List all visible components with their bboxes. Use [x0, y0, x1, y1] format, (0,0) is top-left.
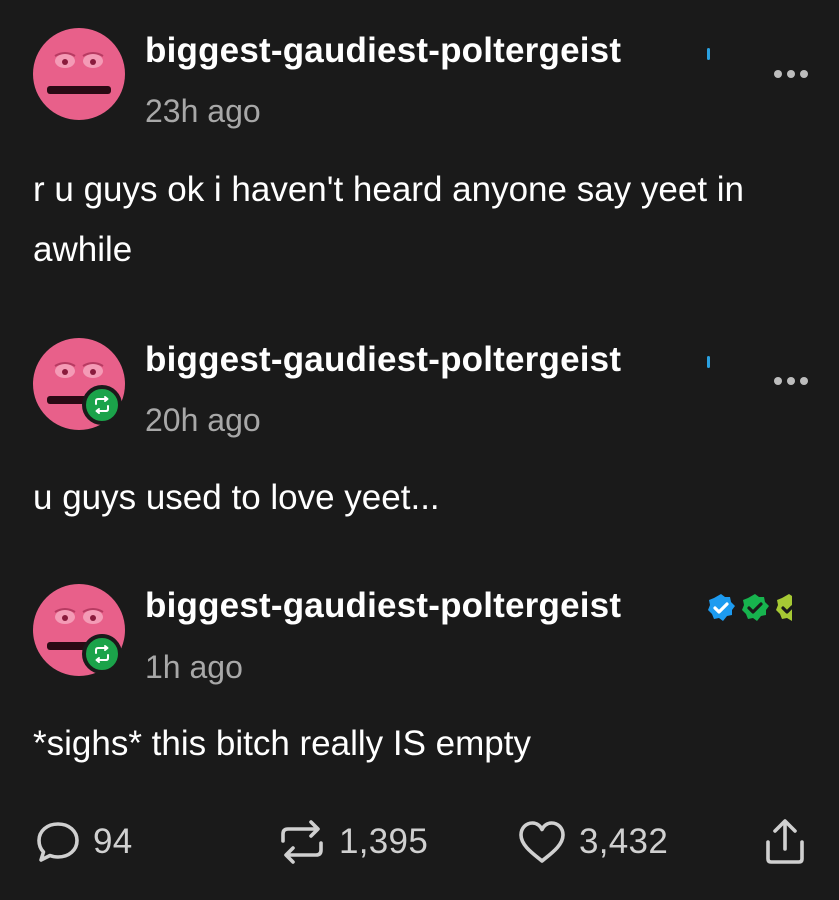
post-timestamp: 23h ago: [145, 93, 261, 129]
verified-badges: [706, 591, 792, 625]
reblog-arrows-icon: [281, 820, 323, 864]
like-button[interactable]: 3,432: [515, 816, 668, 868]
reblog-button[interactable]: 1,395: [275, 816, 428, 868]
like-count: 3,432: [579, 822, 669, 861]
more-dot: [800, 377, 808, 385]
post-username[interactable]: biggest-gaudiest-poltergeist: [145, 586, 621, 626]
follow-mark-icon: [707, 356, 710, 368]
more-dot: [787, 377, 795, 385]
speech-bubble-icon: [37, 822, 79, 862]
post-body: *sighs* this bitch really IS empty: [33, 724, 531, 763]
more-options-button[interactable]: [774, 68, 808, 80]
more-dot: [774, 377, 782, 385]
post-actions-bar: 94 1,395 3,432: [0, 816, 839, 868]
post-2: biggest-gaudiest-poltergeist 20h ago u g…: [0, 300, 839, 550]
post-1: biggest-gaudiest-poltergeist 23h ago r u…: [0, 0, 839, 300]
reply-count: 94: [93, 822, 133, 861]
share-button[interactable]: [760, 816, 810, 868]
post-username[interactable]: biggest-gaudiest-poltergeist: [145, 340, 621, 380]
pink-face-avatar-icon: [33, 28, 125, 120]
more-dot: [800, 70, 808, 78]
more-dot: [787, 70, 795, 78]
pink-face-avatar-icon: [33, 584, 125, 676]
reblog-icon: [95, 645, 109, 663]
more-dot: [774, 70, 782, 78]
share-upload-icon: [766, 819, 804, 864]
follow-mark-icon: [707, 48, 710, 60]
reply-button[interactable]: 94: [33, 816, 133, 868]
avatar[interactable]: [33, 584, 125, 676]
reblog-badge: [82, 634, 122, 674]
verified-blue-icon: [708, 594, 735, 621]
post-timestamp: 20h ago: [145, 402, 261, 438]
reblog-badge: [82, 385, 122, 425]
post-timestamp: 1h ago: [145, 649, 243, 685]
post-body: r u guys ok i haven't heard anyone say y…: [33, 170, 745, 269]
more-options-button[interactable]: [774, 375, 808, 387]
reblog-icon: [95, 396, 109, 414]
post-username[interactable]: biggest-gaudiest-poltergeist: [145, 31, 621, 71]
post-body: u guys used to love yeet...: [33, 478, 440, 517]
heart-outline-icon: [519, 821, 565, 863]
verified-green-icon: [742, 594, 769, 621]
reblog-count: 1,395: [339, 822, 429, 861]
avatar[interactable]: [33, 28, 125, 120]
verified-lime-partial-icon: [776, 594, 792, 621]
